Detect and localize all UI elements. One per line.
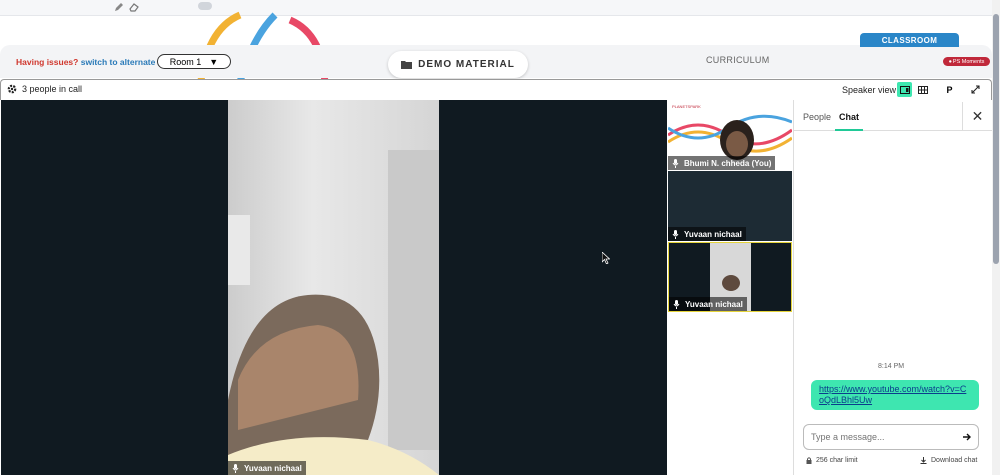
lock-icon [806,457,812,464]
char-limit-note: 256 char limit [806,457,858,464]
char-limit-label: 256 char limit [816,457,858,464]
svg-text:PLANETSPARK: PLANETSPARK [672,104,701,109]
eraser-icon[interactable] [129,2,139,12]
participant-name: Yuvaan nichaal [684,229,742,239]
tab-people[interactable]: People [803,112,831,122]
expand-icon [971,85,980,94]
camera-icon: ● [948,58,952,65]
microphone-icon [232,463,239,473]
mouse-cursor-icon [602,252,610,264]
chat-message: https://www.youtube.com/watch?v=CoQdLBhl… [811,380,979,410]
fullscreen-button[interactable] [968,82,983,97]
participant-tile[interactable]: PLANETSPARK Bhumi N. chheda (You) [668,100,792,170]
classroom-tab[interactable]: CLASSROOM [860,33,959,47]
message-input[interactable] [811,432,941,442]
chat-panel [793,100,992,475]
ps-moments-badge[interactable]: ● PS Moments [943,57,990,66]
download-chat-button[interactable]: Download chat [920,457,977,464]
presenter-button[interactable]: P [942,82,957,97]
send-arrow-icon[interactable] [963,433,971,441]
participant-name: Yuvaan nichaal [685,299,743,309]
room-select-value: Room 1 [169,56,202,67]
folder-icon [401,61,413,69]
participant-tile[interactable]: Yuvaan nichaal [668,242,792,312]
participant-name: Bhumi N. chheda (You) [684,158,772,168]
message-timestamp: 8:14 PM [878,363,905,370]
download-icon [920,457,927,464]
speaker-view-button[interactable] [897,82,912,97]
participant-tile[interactable]: Yuvaan nichaal [668,171,792,241]
issues-text: Having issues? [16,57,79,67]
active-tab-indicator [835,129,863,131]
participant-name-tag: Bhumi N. chheda (You) [668,156,776,170]
participant-name-tag: Yuvaan nichaal [669,297,747,311]
view-mode-label: Speaker view [842,85,897,95]
speaker-name-tag: Yuvaan nichaal [228,461,306,475]
speaker-video: Yuvaan nichaal [228,100,439,475]
close-panel-button[interactable]: ✕ [962,102,992,130]
download-chat-label: Download chat [931,457,978,464]
microphone-icon [672,229,679,239]
curriculum-tab[interactable]: CURRICULUM [706,55,770,65]
people-count-label: 3 people in call [22,84,83,94]
microphone-icon [672,158,679,168]
people-count: 3 people in call [7,84,82,94]
grid-icon [917,85,928,94]
speaker-video-frame [228,150,439,475]
ps-moments-label: PS Moments [952,58,985,65]
demo-material-button[interactable]: DEMO MATERIAL [388,51,528,78]
issues-notice: Having issues? switch to alternate room [16,57,179,67]
message-input-box [803,424,979,450]
demo-material-label: DEMO MATERIAL [418,59,515,70]
pencil-icon[interactable] [114,2,124,12]
tab-chat[interactable]: Chat [839,112,859,122]
dropdown-arrow-icon: ▼ [209,56,219,67]
top-toolbar [0,0,1000,16]
room-select[interactable]: Room 1 ▼ [157,54,231,69]
message-link[interactable]: https://www.youtube.com/watch?v=CoQdLBhl… [819,384,966,405]
speaker-name: Yuvaan nichaal [244,463,302,473]
speaker-view-icon [899,85,910,94]
close-icon: ✕ [971,107,984,124]
gear-icon[interactable] [7,84,17,94]
grid-view-button[interactable] [915,82,930,97]
scrollbar-thumb[interactable] [993,14,999,264]
microphone-icon [673,299,680,309]
participant-name-tag: Yuvaan nichaal [668,227,746,241]
toggle-switch[interactable] [198,2,212,10]
